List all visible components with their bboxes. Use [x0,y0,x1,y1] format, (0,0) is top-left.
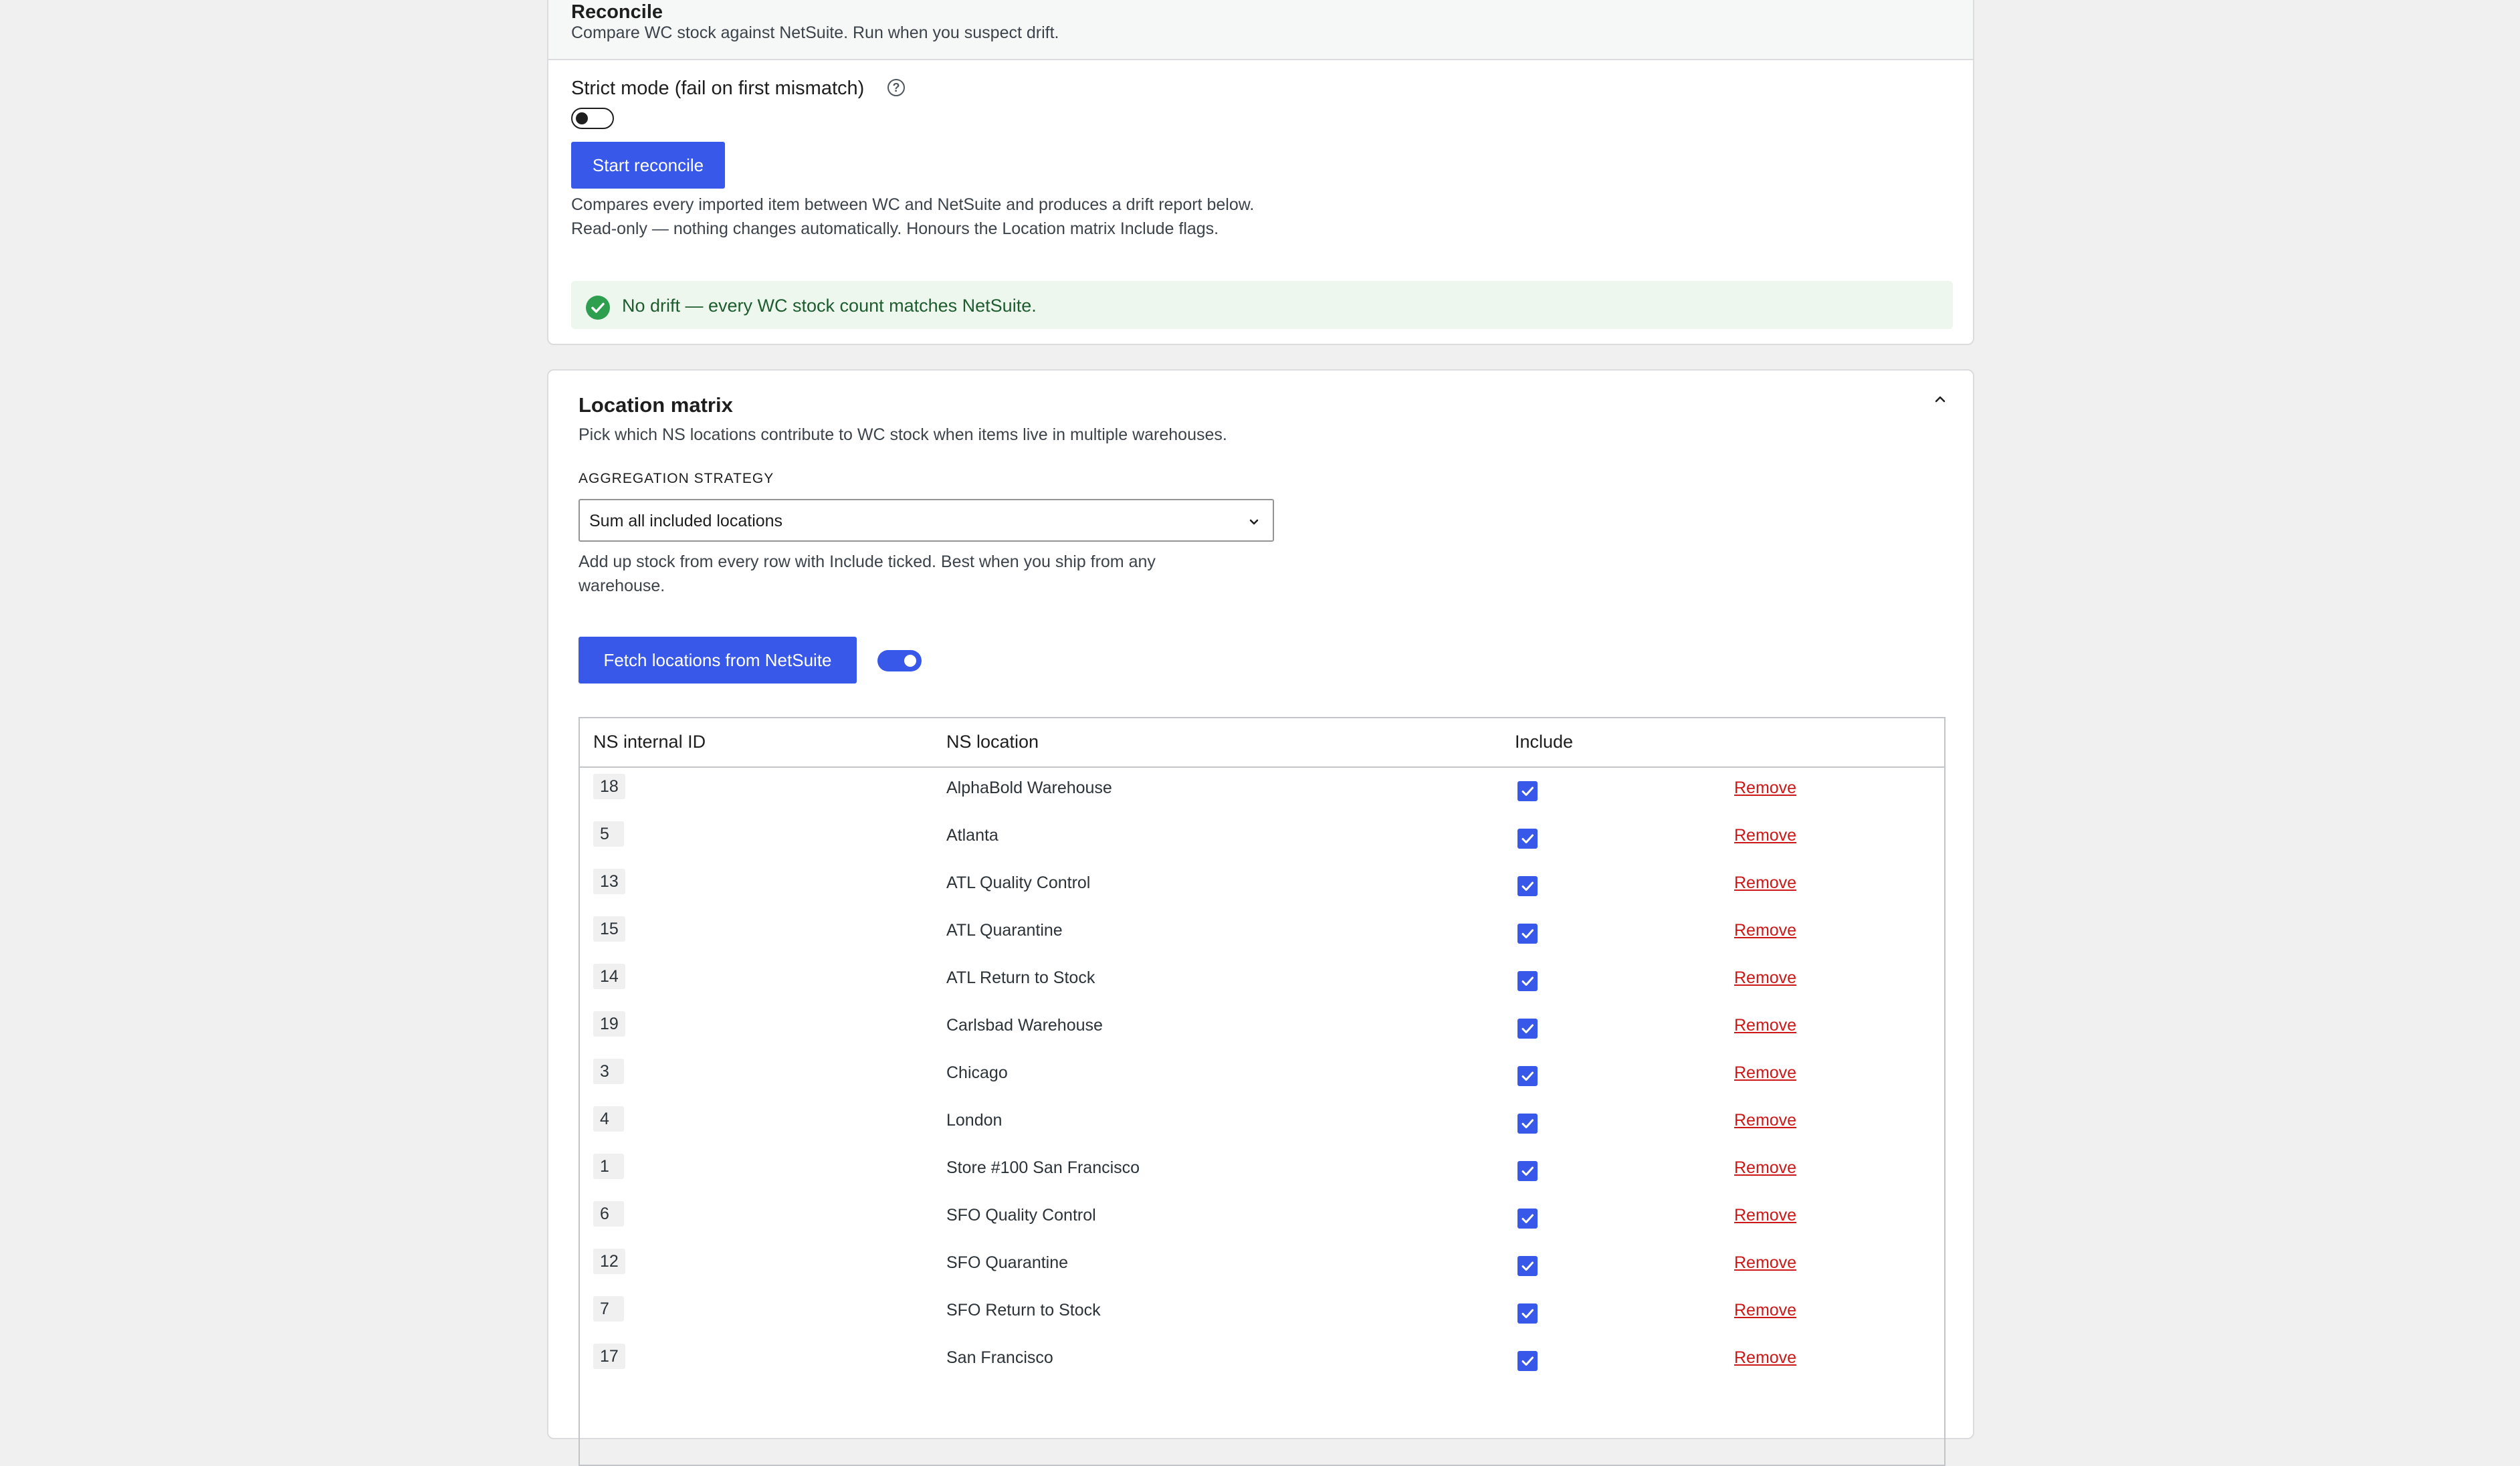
table-row: 5 Atlanta Remove [580,814,1944,861]
remove-link[interactable]: Remove [1734,826,1796,845]
remove-link[interactable]: Remove [1734,1111,1796,1130]
remove-link[interactable]: Remove [1734,1016,1796,1035]
remove-link[interactable]: Remove [1734,1348,1796,1368]
remove-link[interactable]: Remove [1734,778,1796,798]
remove-link[interactable]: Remove [1734,873,1796,893]
table-row: 6 SFO Quality Control Remove [580,1194,1944,1241]
ns-internal-id-badge: 17 [593,1344,625,1369]
include-checkbox[interactable] [1517,971,1538,991]
table-row: 18 AlphaBold Warehouse Remove [580,766,1944,814]
strict-mode-toggle[interactable] [571,108,614,129]
table-row: 3 Chicago Remove [580,1051,1944,1099]
remove-link[interactable]: Remove [1734,1253,1796,1273]
reconcile-description-line1: Compares every imported item between WC … [571,195,1255,214]
location-table: NS internal ID NS location Include 18 Alp… [579,717,1946,1466]
ns-location-name: ATL Return to Stock [946,968,1095,987]
include-checkbox[interactable] [1517,1066,1538,1086]
ns-internal-id-badge: 5 [593,821,624,847]
ns-location-name: Atlanta [946,826,999,845]
remove-link[interactable]: Remove [1734,1301,1796,1320]
ns-location-name: AlphaBold Warehouse [946,778,1112,797]
aggregation-strategy-value: Sum all included locations [589,512,783,530]
ns-internal-id-badge: 15 [593,916,625,942]
table-row: 7 SFO Return to Stock Remove [580,1289,1944,1336]
include-checkbox[interactable] [1517,781,1538,801]
ns-location-name: SFO Quality Control [946,1206,1096,1225]
ns-internal-id-badge: 19 [593,1011,625,1037]
column-header-include: Include [1515,732,1574,752]
include-checkbox[interactable] [1517,1209,1538,1229]
ns-location-name: SFO Quarantine [946,1253,1069,1272]
check-circle-icon [586,296,610,320]
column-header-ns-location: NS location [946,732,1039,752]
remove-link[interactable]: Remove [1734,968,1796,988]
strict-mode-label: Strict mode (fail on first mismatch) [571,78,865,99]
include-checkbox[interactable] [1517,924,1538,944]
location-matrix-subtitle: Pick which NS locations contribute to WC… [579,425,1227,444]
remove-link[interactable]: Remove [1734,921,1796,940]
reconcile-title: Reconcile [571,1,663,23]
table-row: 13 ATL Quality Control Remove [580,861,1944,909]
include-checkbox[interactable] [1517,1019,1538,1039]
ns-location-name: SFO Return to Stock [946,1301,1101,1320]
table-row: 12 SFO Quarantine Remove [580,1241,1944,1289]
ns-location-name: ATL Quality Control [946,873,1091,892]
location-matrix-title: Location matrix [579,393,733,417]
ns-internal-id-badge: 6 [593,1201,624,1227]
ns-location-name: Carlsbad Warehouse [946,1016,1103,1035]
ns-location-name: Store #100 San Francisco [946,1158,1140,1177]
ns-internal-id-badge: 3 [593,1059,624,1084]
include-checkbox[interactable] [1517,876,1538,896]
include-checkbox[interactable] [1517,1303,1538,1324]
ns-location-name: Chicago [946,1063,1008,1082]
include-checkbox[interactable] [1517,829,1538,849]
fetch-locations-toggle[interactable] [877,650,922,671]
table-row: 14 ATL Return to Stock Remove [580,956,1944,1004]
toggle-knob [904,655,916,667]
chevron-up-icon[interactable] [1930,389,1950,409]
include-checkbox[interactable] [1517,1161,1538,1181]
include-checkbox[interactable] [1517,1114,1538,1134]
ns-location-name: London [946,1111,1003,1130]
chevron-down-icon [1245,512,1263,534]
remove-link[interactable]: Remove [1734,1206,1796,1225]
include-checkbox[interactable] [1517,1256,1538,1276]
aggregation-help-line1: Add up stock from every row with Include… [579,552,1156,571]
ns-internal-id-badge: 1 [593,1154,624,1179]
help-icon[interactable]: ? [887,79,905,96]
ns-internal-id-badge: 7 [593,1296,624,1322]
aggregation-strategy-label: AGGREGATION STRATEGY [579,471,774,486]
no-drift-notice: No drift — every WC stock count matches … [571,281,1953,329]
table-row: 1 Store #100 San Francisco Remove [580,1146,1944,1194]
aggregation-strategy-select[interactable]: Sum all included locations [579,499,1274,542]
notice-message: No drift — every WC stock count matches … [622,296,1037,316]
ns-internal-id-badge: 4 [593,1106,624,1132]
reconcile-card-header: Reconcile Compare WC stock against NetSu… [548,0,1973,60]
fetch-locations-button[interactable]: Fetch locations from NetSuite [579,637,857,684]
aggregation-help-line2: warehouse. [579,577,665,595]
reconcile-subtitle: Compare WC stock against NetSuite. Run w… [571,23,1059,42]
remove-link[interactable]: Remove [1734,1063,1796,1083]
ns-internal-id-badge: 18 [593,774,625,799]
ns-internal-id-badge: 12 [593,1249,625,1274]
location-matrix-card: Location matrix Pick which NS locations … [547,369,1974,1466]
ns-internal-id-badge: 13 [593,869,625,894]
ns-location-name: San Francisco [946,1348,1053,1367]
table-row: 17 San Francisco Remove [580,1336,1944,1384]
ns-internal-id-badge: 14 [593,964,625,989]
table-header: NS internal ID NS location Include [580,718,1944,768]
reconcile-card: Reconcile Compare WC stock against NetSu… [547,0,1974,345]
ns-location-name: ATL Quarantine [946,921,1063,940]
toggle-knob [576,112,588,124]
start-reconcile-button[interactable]: Start reconcile [571,142,725,189]
reconcile-description-line2: Read-only — nothing changes automaticall… [571,219,1219,238]
include-checkbox[interactable] [1517,1351,1538,1371]
remove-link[interactable]: Remove [1734,1158,1796,1178]
column-header-ns-internal-id: NS internal ID [593,732,706,752]
table-row: 19 Carlsbad Warehouse Remove [580,1004,1944,1051]
table-row: 4 London Remove [580,1099,1944,1146]
table-row: 15 ATL Quarantine Remove [580,909,1944,956]
